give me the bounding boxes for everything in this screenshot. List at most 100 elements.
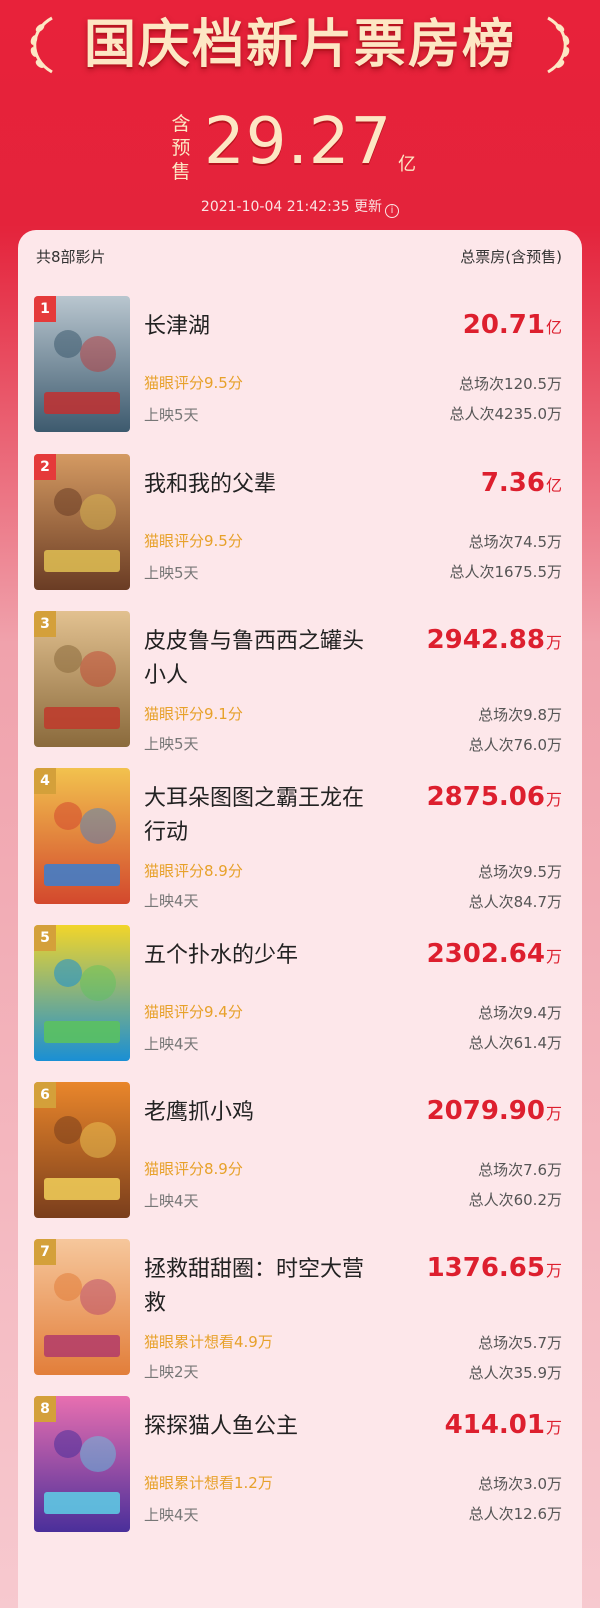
movie-item[interactable]: 6 老鹰抓小鸡 猫眼评分8.9分 上映4天 2079.90万 总场次7.6万 总… xyxy=(18,1082,582,1232)
release-days: 上映5天 xyxy=(144,735,199,753)
box-office: 2875.06万 xyxy=(427,780,562,817)
box-office: 2302.64万 xyxy=(427,937,562,974)
box-office: 2079.90万 xyxy=(427,1094,562,1131)
box-office-value: 7.36 xyxy=(480,468,545,498)
total-viewers: 总人次12.6万 xyxy=(468,1505,562,1523)
movie-item[interactable]: 4 大耳朵图图之霸王龙在行动 猫眼评分8.9分 上映4天 2875.06万 总场… xyxy=(18,768,582,918)
box-office: 7.36亿 xyxy=(481,466,562,503)
movie-item[interactable]: 3 皮皮鲁与鲁西西之罐头小人 猫眼评分9.1分 上映5天 2942.88万 总场… xyxy=(18,611,582,761)
total-value: 29.27 xyxy=(204,105,393,179)
release-days: 上映4天 xyxy=(144,1506,199,1524)
movie-count: 共8部影片 xyxy=(36,248,106,266)
movie-poster[interactable]: 1 xyxy=(34,296,130,432)
movie-title[interactable]: 大耳朵图图之霸王龙在行动 xyxy=(144,782,374,850)
movie-item[interactable]: 5 五个扑水的少年 猫眼评分9.4分 上映4天 2302.64万 总场次9.4万… xyxy=(18,925,582,1075)
total-sessions: 总场次9.8万 xyxy=(478,706,562,724)
box-office-unit: 万 xyxy=(545,1261,562,1280)
presale-tag-char: 含 xyxy=(171,113,191,135)
release-days: 上映4天 xyxy=(144,1192,199,1210)
movie-rating: 猫眼评分8.9分 xyxy=(144,1160,243,1178)
movie-rating: 猫眼评分9.5分 xyxy=(144,532,243,550)
total-sessions: 总场次9.4万 xyxy=(478,1004,562,1022)
panel-header: 共8部影片 总票房(含预售) xyxy=(18,246,582,276)
release-days: 上映5天 xyxy=(144,406,199,424)
total-sessions: 总场次120.5万 xyxy=(459,375,562,393)
movie-poster[interactable]: 5 xyxy=(34,925,130,1061)
ranking-panel: 共8部影片 总票房(含预售) 1 长津湖 猫眼评分9.5分 上映5天 20.71… xyxy=(18,230,582,1608)
box-office-unit: 万 xyxy=(545,1418,562,1437)
presale-tag: 含 预 售 xyxy=(166,112,196,184)
page-title: 国庆档新片票房榜 xyxy=(83,15,516,75)
total-box-office: 含 预 售 29.27 亿 xyxy=(0,105,600,188)
box-office-unit: 亿 xyxy=(545,476,562,495)
rank-badge: 8 xyxy=(34,1396,56,1422)
laurel-right-icon xyxy=(547,16,570,74)
movie-item[interactable]: 8 探探猫人鱼公主 猫眼累计想看1.2万 上映4天 414.01万 总场次3.0… xyxy=(18,1396,582,1546)
box-office-value: 1376.65 xyxy=(426,1253,545,1283)
rank-badge: 2 xyxy=(34,454,56,480)
movie-poster[interactable]: 4 xyxy=(34,768,130,904)
release-days: 上映2天 xyxy=(144,1363,199,1381)
release-days: 上映4天 xyxy=(144,1035,199,1053)
total-viewers: 总人次61.4万 xyxy=(468,1034,562,1052)
box-office-value: 2875.06 xyxy=(426,782,545,812)
box-office-value: 414.01 xyxy=(444,1410,545,1440)
movie-title[interactable]: 五个扑水的少年 xyxy=(144,939,374,973)
total-sessions: 总场次3.0万 xyxy=(478,1475,562,1493)
movie-title[interactable]: 皮皮鲁与鲁西西之罐头小人 xyxy=(144,625,374,693)
total-viewers: 总人次84.7万 xyxy=(468,893,562,911)
movie-poster[interactable]: 8 xyxy=(34,1396,130,1532)
movie-poster[interactable]: 3 xyxy=(34,611,130,747)
total-viewers: 总人次76.0万 xyxy=(468,736,562,754)
box-office: 414.01万 xyxy=(445,1408,562,1445)
presale-tag-char: 预 xyxy=(171,137,191,159)
box-office-value: 2302.64 xyxy=(426,939,545,969)
rank-badge: 6 xyxy=(34,1082,56,1108)
update-time: 2021-10-04 21:42:35 更新 i xyxy=(0,196,600,218)
movie-rating: 猫眼累计想看4.9万 xyxy=(144,1333,273,1351)
box-office-unit: 亿 xyxy=(545,318,562,337)
box-office-unit: 万 xyxy=(545,1104,562,1123)
movie-title[interactable]: 拯救甜甜圈：时空大营救 xyxy=(144,1253,374,1321)
movie-rating: 猫眼评分9.4分 xyxy=(144,1003,243,1021)
box-office: 1376.65万 xyxy=(427,1251,562,1288)
release-days: 上映4天 xyxy=(144,892,199,910)
info-circle-icon[interactable]: i xyxy=(385,204,400,218)
box-office-value: 2942.88 xyxy=(426,625,545,655)
movie-poster[interactable]: 7 xyxy=(34,1239,130,1375)
movie-title[interactable]: 长津湖 xyxy=(144,310,374,344)
movie-title[interactable]: 我和我的父辈 xyxy=(144,468,374,502)
total-sessions: 总场次5.7万 xyxy=(478,1334,562,1352)
rank-badge: 4 xyxy=(34,768,56,794)
rank-badge: 3 xyxy=(34,611,56,637)
movie-item[interactable]: 7 拯救甜甜圈：时空大营救 猫眼累计想看4.9万 上映2天 1376.65万 总… xyxy=(18,1239,582,1389)
total-column-label: 总票房(含预售) xyxy=(460,248,562,266)
update-time-text: 2021-10-04 21:42:35 更新 xyxy=(200,199,383,215)
movie-rating: 猫眼评分9.1分 xyxy=(144,705,243,723)
total-viewers: 总人次4235.0万 xyxy=(449,405,563,423)
box-office-value: 20.71 xyxy=(462,310,545,340)
rank-badge: 7 xyxy=(34,1239,56,1265)
total-sessions: 总场次7.6万 xyxy=(478,1161,562,1179)
movie-rating: 猫眼评分9.5分 xyxy=(144,374,243,392)
total-viewers: 总人次35.9万 xyxy=(468,1364,562,1382)
movie-rating: 猫眼累计想看1.2万 xyxy=(144,1474,273,1492)
presale-tag-char: 售 xyxy=(171,161,191,183)
box-office-unit: 万 xyxy=(545,633,562,652)
movie-item[interactable]: 2 我和我的父辈 猫眼评分9.5分 上映5天 7.36亿 总场次74.5万 总人… xyxy=(18,454,582,604)
release-days: 上映5天 xyxy=(144,564,199,582)
movie-item[interactable]: 1 长津湖 猫眼评分9.5分 上映5天 20.71亿 总场次120.5万 总人次… xyxy=(18,296,582,446)
total-viewers: 总人次1675.5万 xyxy=(449,563,563,581)
box-office-unit: 万 xyxy=(545,790,562,809)
box-office-unit: 万 xyxy=(545,947,562,966)
box-office: 2942.88万 xyxy=(427,623,562,660)
total-unit: 亿 xyxy=(398,154,416,175)
movie-rating: 猫眼评分8.9分 xyxy=(144,862,243,880)
movie-poster[interactable]: 2 xyxy=(34,454,130,590)
rank-badge: 1 xyxy=(34,296,56,322)
total-sessions: 总场次9.5万 xyxy=(478,863,562,881)
movie-title[interactable]: 探探猫人鱼公主 xyxy=(144,1410,374,1444)
box-office: 20.71亿 xyxy=(463,308,562,345)
movie-title[interactable]: 老鹰抓小鸡 xyxy=(144,1096,374,1130)
movie-poster[interactable]: 6 xyxy=(34,1082,130,1218)
